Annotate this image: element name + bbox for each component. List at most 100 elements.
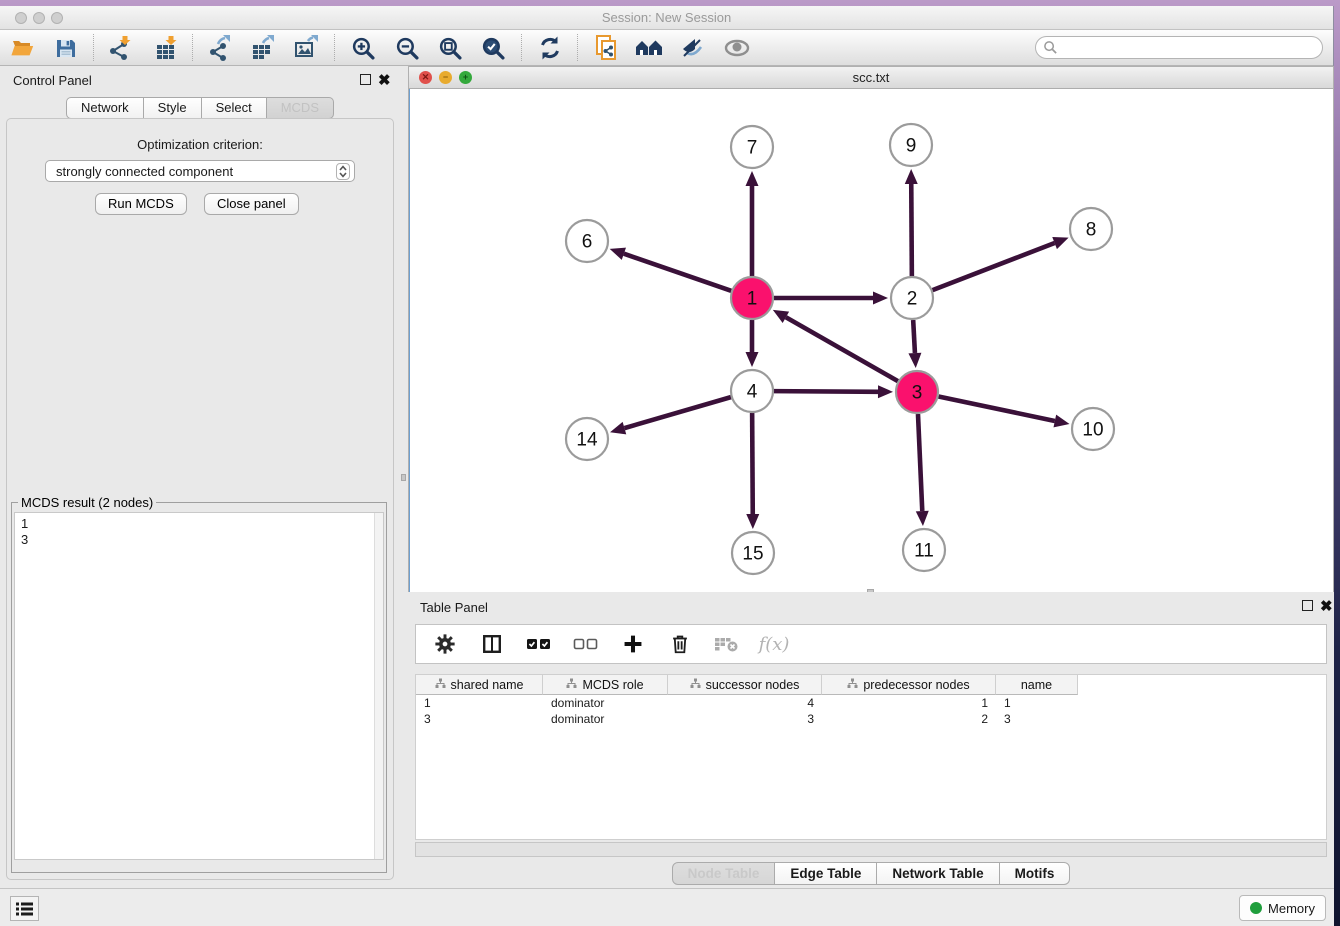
zoom-in-icon[interactable] xyxy=(348,33,378,63)
edge-4-14[interactable] xyxy=(624,397,730,428)
add-column-icon[interactable] xyxy=(620,631,646,657)
edge-2-8[interactable] xyxy=(933,243,1055,290)
search-input[interactable] xyxy=(1058,41,1322,55)
edge-2-9[interactable] xyxy=(911,184,912,276)
ndex-home-icon[interactable] xyxy=(634,33,664,63)
save-session-icon[interactable] xyxy=(51,33,81,63)
application-window: Session: New Session xyxy=(0,6,1334,926)
column-label: name xyxy=(1021,678,1052,692)
zoom-fit-icon[interactable] xyxy=(435,33,465,63)
search-field[interactable] xyxy=(1035,36,1323,59)
panel-divider[interactable] xyxy=(400,66,408,888)
select-all-icon[interactable] xyxy=(526,631,552,657)
result-scrollbar[interactable] xyxy=(374,513,383,859)
control-panel: Control Panel ✖ NetworkStyleSelectMCDS O… xyxy=(0,66,400,888)
criterion-dropdown[interactable]: strongly connected component xyxy=(45,160,355,182)
node-14[interactable]: 14 xyxy=(566,418,608,460)
table-cell: dominator xyxy=(543,711,668,727)
edge-3-1[interactable] xyxy=(786,317,898,381)
tab-network[interactable]: Network xyxy=(66,97,144,119)
duplicate-network-icon[interactable] xyxy=(591,33,621,63)
task-history-button[interactable] xyxy=(10,896,39,921)
edge-1-6[interactable] xyxy=(624,254,731,291)
table-row[interactable]: 1dominator411 xyxy=(416,695,1078,711)
refresh-layout-icon[interactable] xyxy=(535,33,565,63)
svg-text:15: 15 xyxy=(742,544,763,565)
export-network-icon[interactable] xyxy=(204,33,234,63)
memory-button[interactable]: Memory xyxy=(1239,895,1326,921)
node-9[interactable]: 9 xyxy=(890,124,932,166)
close-panel-icon[interactable]: ✖ xyxy=(1320,597,1333,615)
edge-3-10[interactable] xyxy=(939,397,1055,421)
node-11[interactable]: 11 xyxy=(903,529,945,571)
export-image-icon[interactable] xyxy=(292,33,322,63)
import-network-icon[interactable] xyxy=(104,33,134,63)
settings-gear-icon[interactable] xyxy=(432,631,458,657)
export-table-icon[interactable] xyxy=(248,33,278,63)
mcds-result-group: MCDS result (2 nodes) 1 3 xyxy=(11,495,387,873)
edge-arrow-icon xyxy=(746,352,759,367)
import-table-icon[interactable] xyxy=(152,33,182,63)
node-6[interactable]: 6 xyxy=(566,220,608,262)
table-row[interactable]: 3dominator323 xyxy=(416,711,1078,727)
function-builder-icon[interactable]: f(x) xyxy=(761,631,787,657)
close-panel-icon[interactable]: ✖ xyxy=(378,71,391,89)
open-file-icon[interactable] xyxy=(8,33,38,63)
node-table: shared nameMCDS role successor nodes prede… xyxy=(415,674,1327,840)
tab-edge-table[interactable]: Edge Table xyxy=(775,862,877,885)
network-canvas[interactable]: 7 9 6 8 1 2 4 3 14 10 15 11 xyxy=(409,89,1333,592)
edge-arrow-icon xyxy=(610,248,626,260)
float-panel-icon[interactable] xyxy=(1302,600,1313,611)
tree-icon xyxy=(847,678,858,692)
svg-text:6: 6 xyxy=(582,232,593,253)
column-label: successor nodes xyxy=(706,678,800,692)
column-header-successor-nodes[interactable]: successor nodes xyxy=(668,675,822,695)
edge-2-3[interactable] xyxy=(913,320,915,353)
node-1[interactable]: 1 xyxy=(731,277,773,319)
edge-3-11[interactable] xyxy=(918,414,922,511)
tab-motifs[interactable]: Motifs xyxy=(1000,862,1071,885)
mcds-result-text[interactable]: 1 3 xyxy=(14,512,384,860)
network-window-titlebar[interactable]: ✕ − + scc.txt xyxy=(409,67,1333,89)
show-graphics-icon[interactable] xyxy=(722,33,752,63)
edge-arrow-icon xyxy=(610,422,626,434)
node-10[interactable]: 10 xyxy=(1072,408,1114,450)
tab-node-table[interactable]: Node Table xyxy=(672,862,776,885)
zoom-out-icon[interactable] xyxy=(392,33,422,63)
edge-arrow-icon xyxy=(878,385,893,398)
edge-4-3[interactable] xyxy=(774,391,878,392)
zoom-selected-icon[interactable] xyxy=(478,33,508,63)
edge-arrow-icon xyxy=(905,169,918,184)
delete-column-icon[interactable] xyxy=(667,631,693,657)
hide-labels-icon[interactable] xyxy=(678,33,708,63)
edge-4-15[interactable] xyxy=(752,413,753,514)
column-header-MCDS-role[interactable]: MCDS role xyxy=(543,675,668,695)
tab-style[interactable]: Style xyxy=(144,97,202,119)
node-15[interactable]: 15 xyxy=(732,532,774,574)
mcds-result-title: MCDS result (2 nodes) xyxy=(18,495,156,510)
column-header-shared-name[interactable]: shared name xyxy=(416,675,543,695)
run-mcds-button[interactable]: Run MCDS xyxy=(95,193,187,215)
control-panel-title: Control Panel xyxy=(13,73,92,88)
svg-text:8: 8 xyxy=(1086,220,1097,241)
close-panel-button[interactable]: Close panel xyxy=(204,193,299,215)
column-header-predecessor-nodes[interactable]: predecessor nodes xyxy=(822,675,996,695)
edge-arrow-icon xyxy=(746,514,759,529)
node-8[interactable]: 8 xyxy=(1070,208,1112,250)
divider-grip[interactable] xyxy=(401,474,406,481)
main-toolbar xyxy=(0,30,1333,66)
node-2[interactable]: 2 xyxy=(891,277,933,319)
float-panel-icon[interactable] xyxy=(360,74,371,85)
node-4[interactable]: 4 xyxy=(731,370,773,412)
node-7[interactable]: 7 xyxy=(731,126,773,168)
tab-mcds[interactable]: MCDS xyxy=(267,97,334,119)
columns-icon[interactable] xyxy=(479,631,505,657)
column-header-name[interactable]: name xyxy=(996,675,1078,695)
tab-select[interactable]: Select xyxy=(202,97,267,119)
mcds-panel: Optimization criterion: strongly connect… xyxy=(6,118,394,880)
node-3[interactable]: 3 xyxy=(896,371,938,413)
delete-table-icon[interactable] xyxy=(714,631,740,657)
deselect-all-icon[interactable] xyxy=(573,631,599,657)
tab-network-table[interactable]: Network Table xyxy=(877,862,999,885)
table-scrollbar[interactable] xyxy=(415,842,1327,857)
